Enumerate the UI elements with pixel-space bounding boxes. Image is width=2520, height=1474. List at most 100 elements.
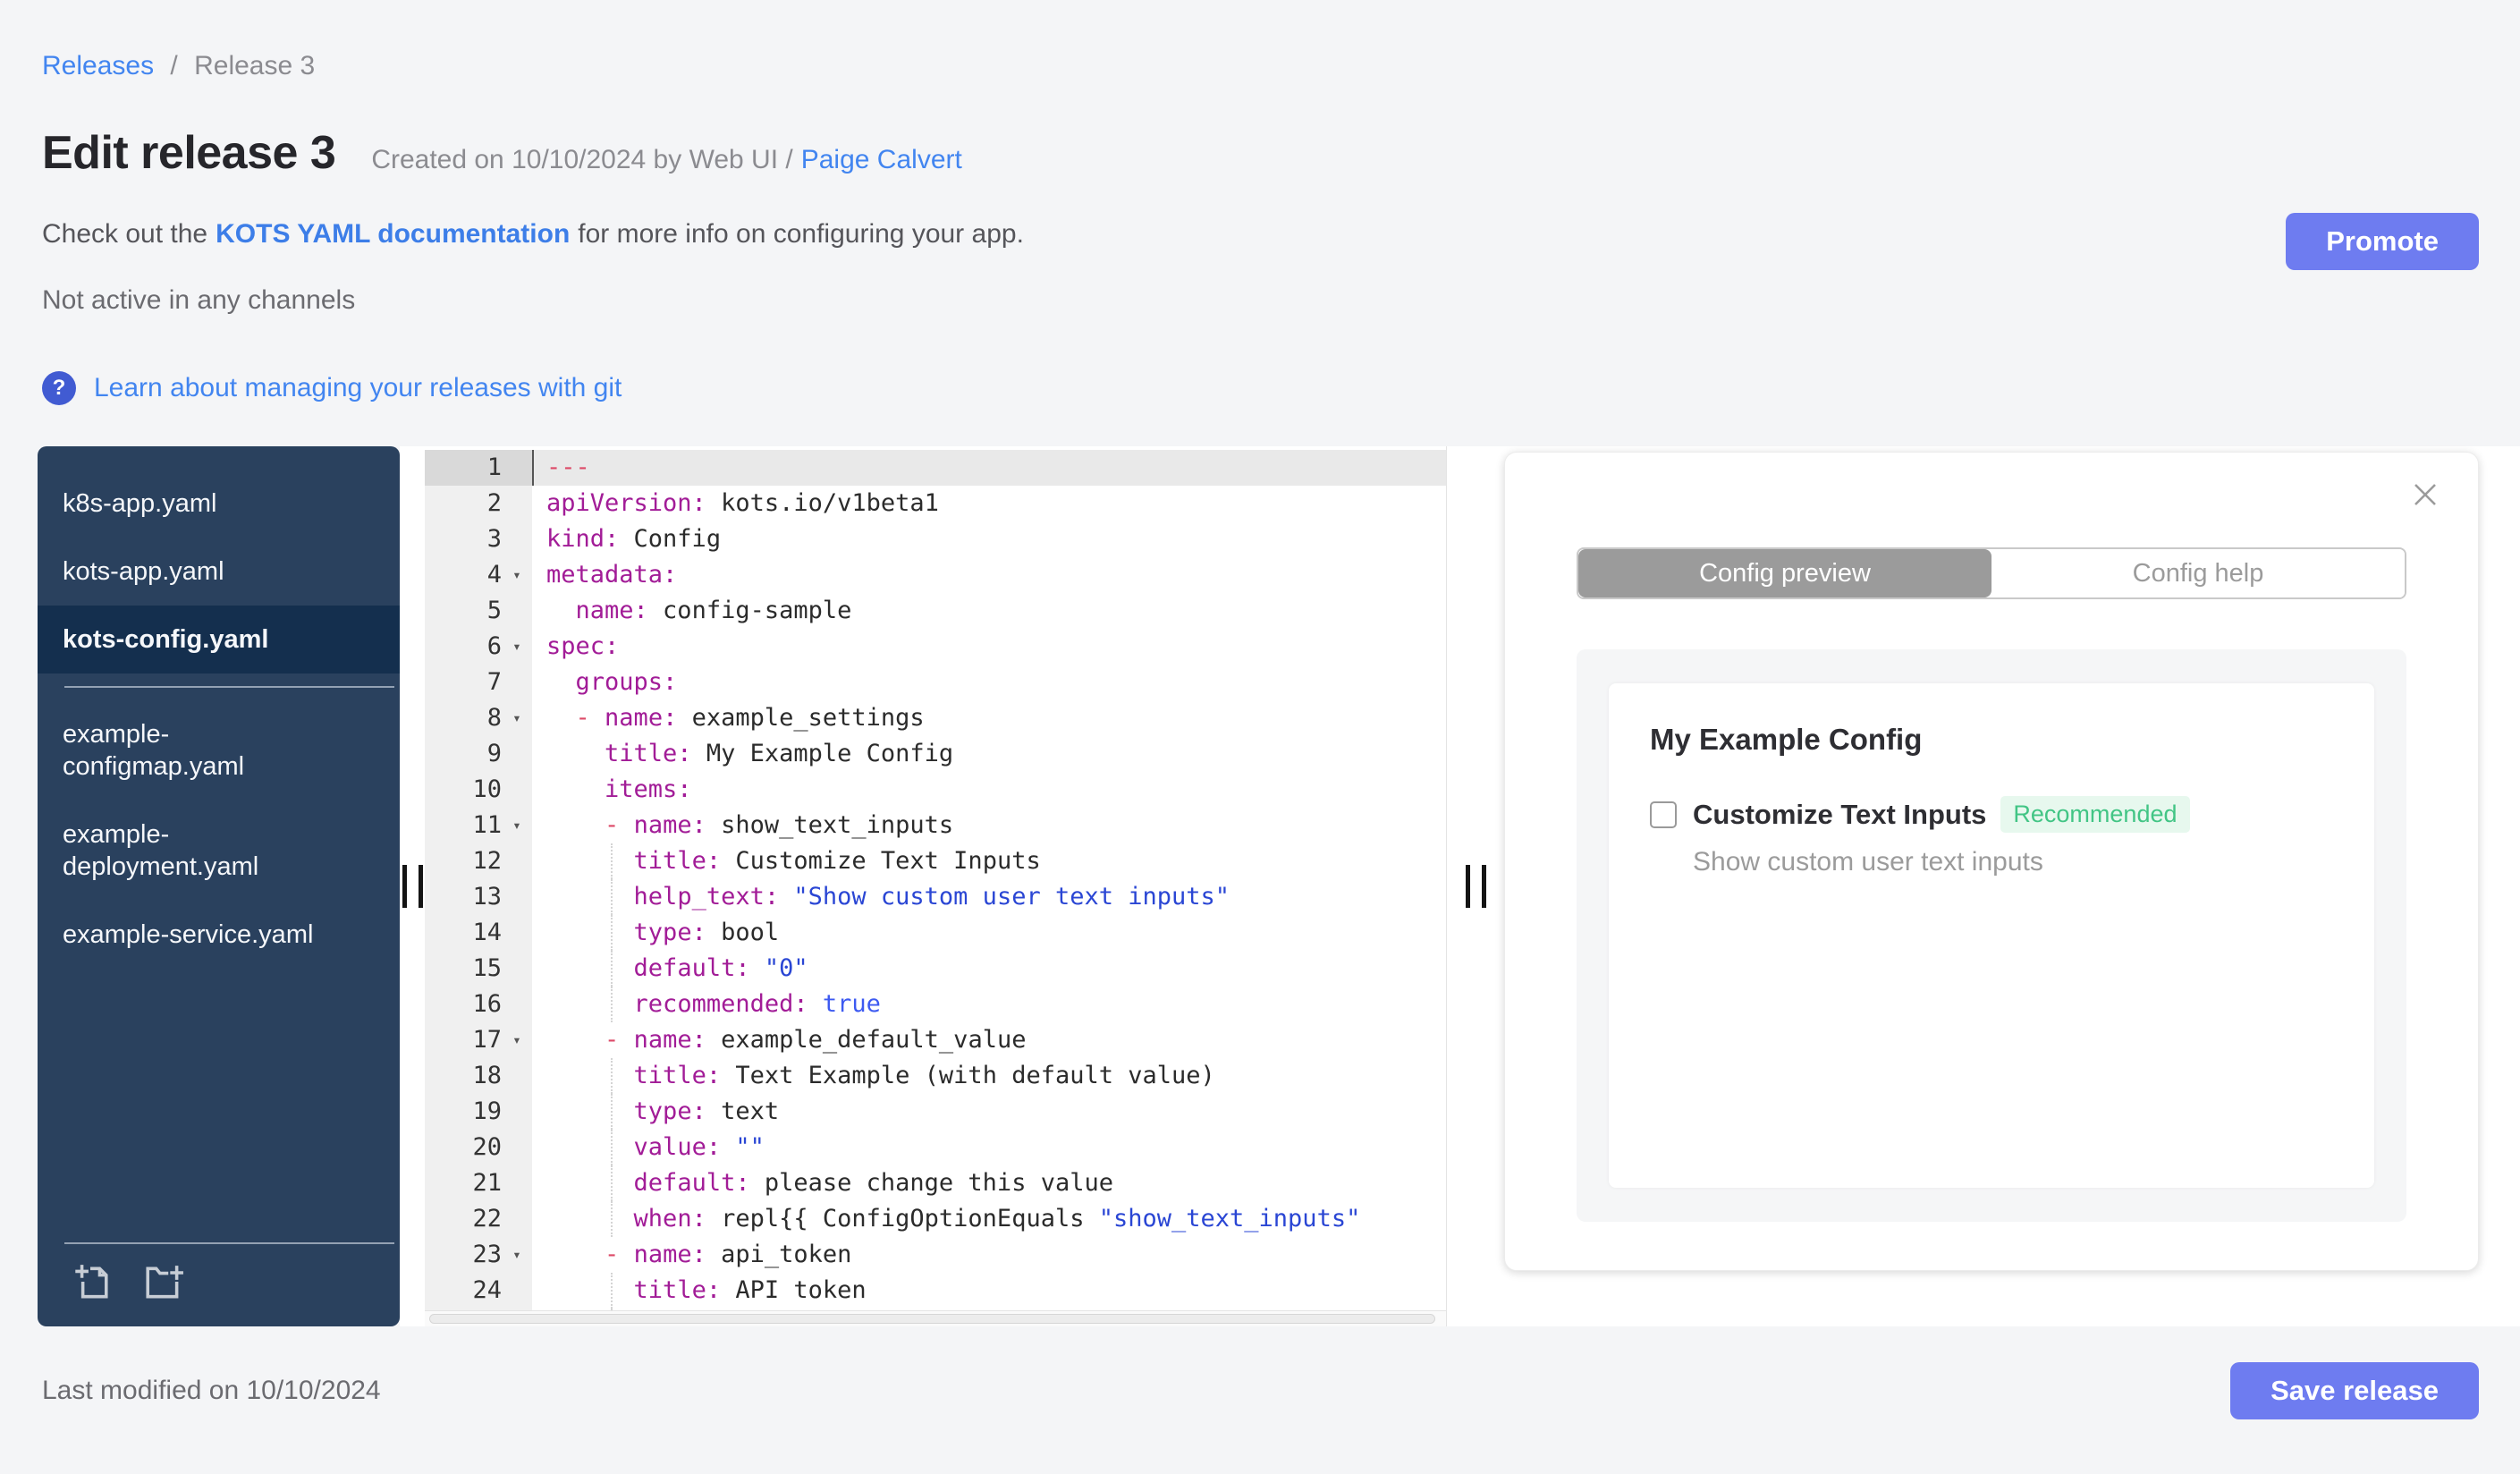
file-tree: k8s-app.yaml kots-app.yaml kots-config.yam…	[38, 446, 400, 1326]
code-text: name: config-sample	[575, 597, 852, 624]
code-line[interactable]: 24 title: API token	[425, 1273, 1446, 1309]
docs-info-prefix: Check out the	[42, 219, 208, 249]
fold-arrow-icon[interactable]: ▾	[505, 808, 529, 843]
code-line[interactable]: 12 title: Customize Text Inputs	[425, 843, 1446, 879]
config-group-title: My Example Config	[1650, 723, 1923, 756]
line-number: 12	[425, 843, 532, 879]
line-number: 20	[425, 1130, 532, 1165]
code-line[interactable]: 16 recommended: true	[425, 987, 1446, 1022]
code-text: title: Customize Text Inputs	[532, 843, 1446, 879]
code-text: value: ""	[532, 1130, 1446, 1165]
code-text: recommended: true	[532, 987, 1446, 1022]
line-number: 17 ▾	[425, 1022, 532, 1058]
line-number: 16	[425, 987, 532, 1022]
question-icon[interactable]: ?	[42, 371, 76, 405]
file-tree-item[interactable]: kots-config.yaml	[38, 606, 400, 673]
code-line[interactable]: 7 groups:	[425, 665, 1446, 700]
workbench: 1 --- 2 apiVersion: kots.io/v1beta1 3 kind: C…	[400, 446, 2520, 1326]
code-text: - name: show_text_inputs	[605, 811, 954, 839]
code-line[interactable]: 21 default: please change this value	[425, 1165, 1446, 1201]
tab-config-preview[interactable]: Config preview	[1578, 549, 1991, 597]
config-item-checkbox[interactable]	[1650, 801, 1677, 828]
promote-button[interactable]: Promote	[2286, 213, 2479, 270]
save-release-button[interactable]: Save release	[2230, 1362, 2479, 1419]
code-line[interactable]: 17 ▾ - name: example_default_value	[425, 1022, 1446, 1058]
code-line[interactable]: 13 help_text: "Show custom user text inp…	[425, 879, 1446, 915]
code-line[interactable]: 14 type: bool	[425, 915, 1446, 951]
channel-status-text: Not active in any channels	[42, 285, 356, 315]
config-preview-panel-wrap: Config preview Config help My Example Con…	[1504, 446, 2520, 1326]
file-tree-list: k8s-app.yaml kots-app.yaml kots-config.yam…	[38, 470, 400, 1242]
recommended-badge: Recommended	[2000, 796, 2190, 833]
config-item-label: Customize Text Inputs	[1693, 798, 1987, 830]
docs-info-line: Check out the KOTS YAML documentation for …	[42, 219, 2520, 250]
line-number: 23 ▾	[425, 1237, 532, 1273]
breadcrumb-current: Release 3	[194, 51, 316, 80]
code-line[interactable]: 4 ▾ metadata:	[425, 557, 1446, 593]
created-by-link[interactable]: Paige Calvert	[801, 145, 962, 174]
code-text: items:	[605, 775, 692, 803]
code-line[interactable]: 19 type: text	[425, 1094, 1446, 1130]
code-line[interactable]: 5 name: config-sample	[425, 593, 1446, 629]
code-line[interactable]: 20 value: ""	[425, 1130, 1446, 1165]
config-group-card: My Example Config Customize Text Inputs …	[1609, 683, 2374, 1188]
yaml-code-editor[interactable]: 1 --- 2 apiVersion: kots.io/v1beta1 3 kind: C…	[425, 446, 1447, 1326]
code-line[interactable]: 9 title: My Example Config	[425, 736, 1446, 772]
drag-handle-bar	[1481, 865, 1486, 908]
add-folder-icon[interactable]	[143, 1262, 184, 1303]
config-preview-area: My Example Config Customize Text Inputs …	[1577, 649, 2406, 1222]
file-tree-item[interactable]: k8s-app.yaml	[38, 470, 400, 538]
code-line[interactable]: 10 items:	[425, 772, 1446, 808]
breadcrumb-link-releases[interactable]: Releases	[42, 51, 154, 80]
preview-tabs: Config preview Config help	[1577, 547, 2406, 599]
code-line[interactable]: 2 apiVersion: kots.io/v1beta1	[425, 486, 1446, 521]
close-icon[interactable]	[2410, 479, 2440, 510]
code-line[interactable]: 11 ▾ - name: show_text_inputs	[425, 808, 1446, 843]
tab-config-help[interactable]: Config help	[1991, 549, 2405, 597]
code-text: title: My Example Config	[605, 740, 954, 767]
fold-arrow-icon[interactable]: ▾	[505, 629, 529, 665]
add-file-icon[interactable]	[70, 1262, 111, 1303]
horizontal-scrollbar-thumb[interactable]	[429, 1314, 1435, 1324]
line-number: 1	[425, 450, 532, 486]
fold-arrow-icon[interactable]: ▾	[505, 700, 529, 736]
code-text: type: text	[532, 1094, 1446, 1130]
drag-handle-bar	[1465, 865, 1470, 908]
code-line[interactable]: 23 ▾ - name: api_token	[425, 1237, 1446, 1273]
file-tree-item[interactable]: example-deployment.yaml	[38, 801, 400, 901]
code-text: metadata:	[546, 561, 678, 589]
file-tree-item[interactable]: example-service.yaml	[38, 901, 400, 969]
code-line[interactable]: 22 when: repl{{ ConfigOptionEquals "show…	[425, 1201, 1446, 1237]
line-number: 9	[425, 736, 532, 772]
code-line[interactable]: 1 ---	[425, 450, 1446, 486]
horizontal-scrollbar[interactable]	[425, 1310, 1446, 1326]
file-tree-item[interactable]: example-configmap.yaml	[38, 700, 400, 801]
pane-resize-handle-right[interactable]	[1447, 446, 1504, 1326]
line-number: 18	[425, 1058, 532, 1094]
code-line[interactable]: 18 title: Text Example (with default val…	[425, 1058, 1446, 1094]
line-number: 10	[425, 772, 532, 808]
line-number: 11 ▾	[425, 808, 532, 843]
git-releases-link[interactable]: Learn about managing your releases with …	[94, 373, 622, 403]
fold-arrow-icon[interactable]: ▾	[505, 1022, 529, 1058]
code-line[interactable]: 8 ▾ - name: example_settings	[425, 700, 1446, 736]
line-number: 22	[425, 1201, 532, 1237]
fold-arrow-icon[interactable]: ▾	[505, 557, 529, 593]
code-text: title: Text Example (with default value)	[532, 1058, 1446, 1094]
line-number: 13	[425, 879, 532, 915]
breadcrumb-separator: /	[170, 51, 178, 80]
title-row: Edit release 3 Created on 10/10/2024 by …	[42, 126, 2520, 180]
line-number: 8 ▾	[425, 700, 532, 736]
fold-arrow-icon[interactable]: ▾	[505, 1237, 529, 1273]
code-line[interactable]: 6 ▾ spec:	[425, 629, 1446, 665]
pane-resize-handle-left[interactable]	[400, 446, 425, 1326]
breadcrumb: Releases / Release 3	[0, 0, 2520, 81]
kots-yaml-docs-link[interactable]: KOTS YAML documentation	[216, 219, 570, 249]
code-text: ---	[532, 450, 1446, 486]
code-line[interactable]: 3 kind: Config	[425, 521, 1446, 557]
footer: Last modified on 10/10/2024 Save release	[0, 1362, 2520, 1419]
code-text: default: please change this value	[532, 1165, 1446, 1201]
code-line[interactable]: 15 default: "0"	[425, 951, 1446, 987]
docs-info-suffix: for more info on configuring your app.	[578, 219, 1024, 249]
file-tree-item[interactable]: kots-app.yaml	[38, 538, 400, 606]
